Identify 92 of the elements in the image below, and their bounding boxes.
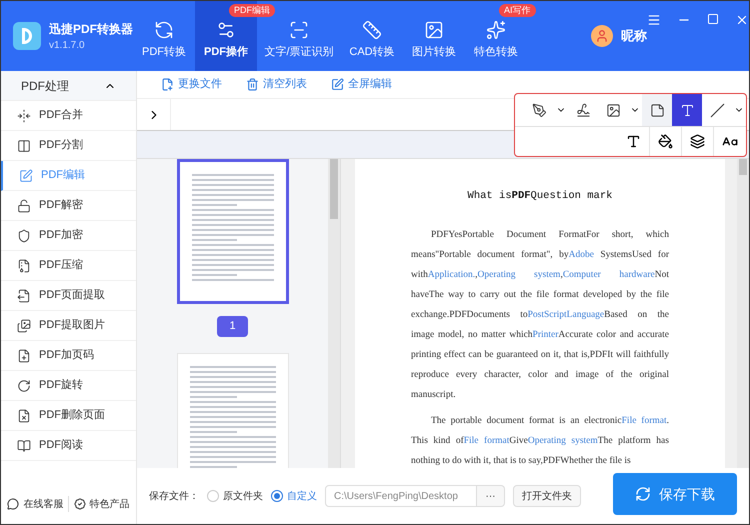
open-folder-button[interactable]: 打开文件夹 xyxy=(513,485,581,507)
sidebar-header[interactable]: PDF处理 xyxy=(1,71,136,101)
badge-icon xyxy=(74,498,86,510)
document-paragraph: The portable document format is an electronicFile format. This kind ofFile formatGiveOperating systemThe platform has nothing to do with it, that is to say,PDFWhether the file is xyxy=(411,414,669,468)
app-logo-icon xyxy=(13,22,41,50)
document-link[interactable]: File format xyxy=(464,436,510,446)
document-link[interactable]: Application. xyxy=(428,270,476,280)
scrollbar-thumb[interactable] xyxy=(739,159,747,175)
file-plus-icon xyxy=(161,78,174,91)
nav-tab[interactable]: 特色转换 xyxy=(465,18,527,71)
document-link[interactable]: Adobe xyxy=(568,250,594,260)
nav-tab[interactable]: 图片转换 xyxy=(403,18,465,71)
badge: AI写作 xyxy=(499,4,536,17)
radio-option[interactable]: 自定义 xyxy=(271,488,317,504)
unlock-icon xyxy=(17,198,31,212)
sidebar-item[interactable]: PDF解密 xyxy=(1,191,136,221)
document-link[interactable]: PostScriptLanguage xyxy=(528,310,604,320)
images-icon xyxy=(17,318,31,332)
user-name[interactable]: 昵称 xyxy=(621,26,647,46)
sidebar-item[interactable]: PDF压缩 xyxy=(1,251,136,281)
file-x-icon xyxy=(17,408,31,422)
nav-icon xyxy=(424,20,444,40)
page-number[interactable]: 1 xyxy=(217,316,248,336)
radio-button[interactable] xyxy=(271,490,283,502)
sidebar-item[interactable]: PDF分割 xyxy=(1,131,136,161)
nav-icon xyxy=(289,20,309,40)
archive-icon xyxy=(17,258,31,272)
line-icon xyxy=(710,102,724,118)
nav-icon xyxy=(216,20,236,40)
chat-icon xyxy=(7,498,20,510)
note-icon xyxy=(650,102,664,118)
maximize-icon[interactable] xyxy=(707,13,719,25)
file-output-icon xyxy=(17,288,31,302)
document-link[interactable]: Operating system xyxy=(528,436,598,446)
signature-icon xyxy=(576,102,590,118)
document-paragraph: PDFYesPortable Document FormatFor short, which means"Portable document format", byAdobe SystemsUsed for withApplication.,Operating system,Computer hardwareNot haveThe way to carry out the file format developed by the file exchange.PDFDocuments toPostScriptLanguageBased on the image model, no matter whichPrinterAccurate color and accurate printing effect can be guaranteed on it, that is,PDFIt will faithfully reproduce every character, color and image of the original manuscript. xyxy=(411,228,669,402)
pen-icon xyxy=(532,102,546,118)
save-label: 保存文件： xyxy=(149,490,199,504)
path-field[interactable]: C:\Users\FengPing\Desktop xyxy=(325,485,477,507)
badge: PDF编辑 xyxy=(229,4,275,17)
refresh-icon xyxy=(635,486,651,502)
sidebar-item[interactable]: PDF页面提取 xyxy=(1,281,136,311)
document-link[interactable]: File format xyxy=(622,416,667,426)
shield-icon xyxy=(17,228,31,242)
close-icon[interactable] xyxy=(735,13,749,27)
sidebar-item[interactable]: PDF删除页面 xyxy=(1,401,136,431)
edit-icon xyxy=(19,168,33,182)
radio-option[interactable]: 原文件夹 xyxy=(207,488,263,504)
document-link[interactable]: Computer hardware xyxy=(562,270,655,280)
fill-icon[interactable] xyxy=(658,134,673,149)
sidebar-item[interactable]: PDF加密 xyxy=(1,221,136,251)
nav-tab[interactable]: CAD转换 xyxy=(341,18,403,71)
scrollbar-thumb[interactable] xyxy=(330,159,338,219)
document-title: What isPDFQuestion mark xyxy=(466,189,614,204)
document-link[interactable]: Printer xyxy=(532,330,558,340)
sidebar-item[interactable]: PDF合并 xyxy=(1,101,136,131)
nav-icon xyxy=(486,20,506,40)
sidebar-item[interactable]: PDF提取图片 xyxy=(1,311,136,341)
file-action-button[interactable]: 清空列表 xyxy=(246,76,307,93)
file-action-button[interactable]: 更换文件 xyxy=(161,76,222,93)
text-color-icon[interactable] xyxy=(626,134,641,149)
sidebar-item[interactable]: PDF加页码 xyxy=(1,341,136,371)
split-icon xyxy=(17,138,31,152)
file-plus-icon xyxy=(17,348,31,362)
products-link[interactable]: 特色产品 xyxy=(74,496,130,512)
rotate-icon xyxy=(17,378,31,392)
support-link[interactable]: 在线客服 xyxy=(7,496,64,512)
browse-button[interactable]: ··· xyxy=(477,485,505,507)
app-name: 迅捷PDF转换器 xyxy=(49,20,133,38)
book-icon xyxy=(17,438,31,452)
sidebar-item[interactable]: PDF阅读 xyxy=(1,431,136,461)
text-box-icon xyxy=(680,102,694,118)
avatar-icon[interactable] xyxy=(591,25,613,47)
sidebar-title: PDF处理 xyxy=(21,78,69,94)
document-link[interactable]: Operating system xyxy=(478,270,560,280)
nav-icon xyxy=(362,20,382,40)
nav-tab[interactable]: PDF转换 xyxy=(133,18,195,71)
nav-icon xyxy=(154,20,174,40)
trash-icon xyxy=(246,78,259,91)
image-icon xyxy=(606,102,620,118)
sidebar-item[interactable]: PDF旋转 xyxy=(1,371,136,401)
tool-button[interactable] xyxy=(642,94,672,126)
tool-button[interactable] xyxy=(672,94,702,126)
nav-tab[interactable]: 文字/票证识别 xyxy=(257,18,341,71)
app-version: v1.1.7.0 xyxy=(49,38,86,52)
save-download-button[interactable]: 保存下载 xyxy=(613,473,737,515)
radio-button[interactable] xyxy=(207,490,219,502)
page-thumbnail[interactable] xyxy=(176,159,288,304)
edit-icon xyxy=(331,78,344,91)
menu-icon[interactable] xyxy=(647,13,661,27)
file-action-button[interactable]: 全屏编辑 xyxy=(331,76,392,93)
merge-icon xyxy=(17,108,31,122)
